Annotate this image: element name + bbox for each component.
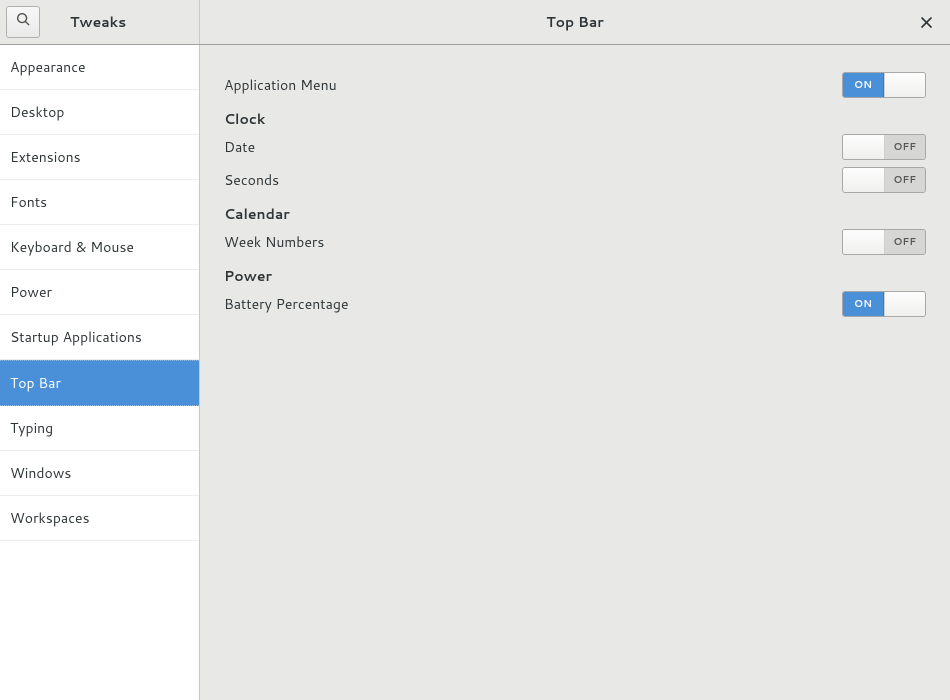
switch-on-label: ON xyxy=(843,73,884,97)
sidebar-item-startup-applications[interactable]: Startup Applications xyxy=(0,315,199,360)
sidebar-item-label: Keyboard & Mouse xyxy=(10,237,134,257)
app-title: Tweaks xyxy=(70,12,126,32)
sidebar-item-label: Desktop xyxy=(10,102,64,122)
close-icon xyxy=(921,11,932,34)
switch-handle xyxy=(884,292,925,316)
switch-off-label: OFF xyxy=(885,230,926,254)
search-icon xyxy=(16,12,31,32)
sidebar-item-typing[interactable]: Typing xyxy=(0,406,199,451)
sidebar: Appearance Desktop Extensions Fonts Keyboard… xyxy=(0,45,200,700)
sidebar-item-power[interactable]: Power xyxy=(0,270,199,315)
close-button[interactable] xyxy=(914,10,938,34)
switch-handle xyxy=(843,168,885,192)
battery-percentage-switch[interactable]: ON xyxy=(842,291,926,317)
date-switch[interactable]: OFF xyxy=(842,134,926,160)
sidebar-item-label: Power xyxy=(10,282,52,302)
switch-handle xyxy=(884,73,925,97)
sidebar-item-top-bar[interactable]: Top Bar xyxy=(0,360,199,406)
switch-off-label: OFF xyxy=(885,135,926,159)
sidebar-item-label: Startup Applications xyxy=(10,327,142,347)
sidebar-item-label: Fonts xyxy=(10,192,47,212)
switch-handle xyxy=(843,135,885,159)
sidebar-item-label: Windows xyxy=(10,463,71,483)
clock-section-header: Clock xyxy=(224,109,926,129)
sidebar-item-keyboard-mouse[interactable]: Keyboard & Mouse xyxy=(0,225,199,270)
panel-title: Top Bar xyxy=(546,12,604,32)
week-numbers-label: Week Numbers xyxy=(224,232,324,252)
battery-percentage-label: Battery Percentage xyxy=(224,294,348,314)
application-menu-switch[interactable]: ON xyxy=(842,72,926,98)
switch-on-label: ON xyxy=(843,292,884,316)
sidebar-item-label: Typing xyxy=(10,418,53,438)
sidebar-item-label: Extensions xyxy=(10,147,81,167)
date-label: Date xyxy=(224,137,255,157)
sidebar-item-label: Top Bar xyxy=(10,373,61,393)
sidebar-item-label: Appearance xyxy=(10,57,86,77)
sidebar-item-extensions[interactable]: Extensions xyxy=(0,135,199,180)
switch-handle xyxy=(843,230,885,254)
search-button[interactable] xyxy=(6,6,40,38)
sidebar-item-label: Workspaces xyxy=(10,508,90,528)
sidebar-item-fonts[interactable]: Fonts xyxy=(0,180,199,225)
application-menu-label: Application Menu xyxy=(224,75,337,95)
sidebar-item-windows[interactable]: Windows xyxy=(0,451,199,496)
header-bar: Tweaks Top Bar xyxy=(0,0,950,45)
sidebar-item-desktop[interactable]: Desktop xyxy=(0,90,199,135)
switch-off-label: OFF xyxy=(885,168,926,192)
week-numbers-switch[interactable]: OFF xyxy=(842,229,926,255)
power-section-header: Power xyxy=(224,266,926,286)
sidebar-item-workspaces[interactable]: Workspaces xyxy=(0,496,199,541)
seconds-label: Seconds xyxy=(224,170,279,190)
seconds-switch[interactable]: OFF xyxy=(842,167,926,193)
calendar-section-header: Calendar xyxy=(224,204,926,224)
content-panel: Application Menu ON Clock Date OFF Secon… xyxy=(200,45,950,700)
sidebar-item-appearance[interactable]: Appearance xyxy=(0,45,199,90)
